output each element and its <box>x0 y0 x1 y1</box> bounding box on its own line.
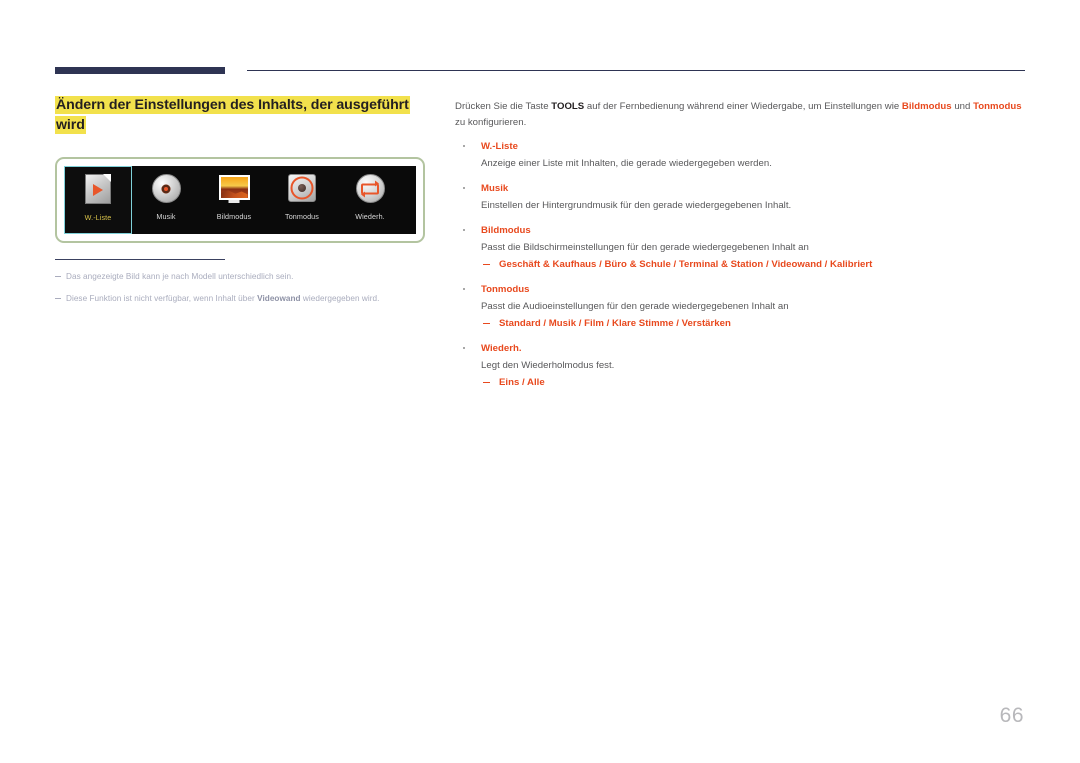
footnotes: Das angezeigte Bild kann je nach Modell … <box>55 259 395 305</box>
footnotes-divider <box>55 259 225 261</box>
list-item-description: Anzeige einer Liste mit Inhalten, die ge… <box>481 158 772 169</box>
list-item-term: Tonmodus <box>481 284 530 295</box>
intro-accent-sound-mode: Tonmodus <box>973 101 1022 112</box>
tv-menu-bar: W.-Liste Musik Bildmodus Tonmodus Wieder… <box>64 166 416 234</box>
list-item-term: Musik <box>481 183 509 194</box>
list-item-term: Wiederh. <box>481 343 522 354</box>
list-item: Tonmodus Passt die Audioeinstellungen fü… <box>455 283 1030 331</box>
list-item: W.-Liste Anzeige einer Liste mit Inhalte… <box>455 140 1030 171</box>
list-item-options: Geschäft & Kaufhaus / Büro & Schule / Te… <box>481 258 1030 272</box>
dash-icon <box>483 323 490 325</box>
footnote-text: Das angezeigte Bild kann je nach Modell … <box>66 272 294 282</box>
dash-icon <box>483 264 490 266</box>
tv-menu-item-label: Musik <box>156 212 176 221</box>
intro-text-1: Drücken Sie die Taste <box>455 101 552 112</box>
dash-icon <box>483 382 490 384</box>
tv-menu-item-label: Tonmodus <box>285 212 319 221</box>
intro-text-4: zu konfigurieren. <box>455 116 527 128</box>
dash-icon <box>55 275 61 277</box>
page-number: 66 <box>999 704 1024 727</box>
bullet-icon <box>463 145 466 148</box>
page-title-line-1: Ändern der Einstellungen des Inhalts, de… <box>55 96 410 114</box>
list-item-description: Passt die Bildschirmeinstellungen für de… <box>481 242 809 253</box>
intro-keyword-tools: TOOLS <box>551 101 585 112</box>
bullet-icon <box>463 288 466 291</box>
intro-text-2: auf der Fernbedienung während einer Wied… <box>584 101 902 112</box>
intro-accent-picture-mode: Bildmodus <box>901 101 952 112</box>
list-item: Wiederh. Legt den Wiederholmodus fest. E… <box>455 342 1030 390</box>
intro-text-3: und <box>951 101 974 112</box>
footnote-text: Diese Funktion ist nicht verfügbar, wenn… <box>66 294 258 304</box>
document-page: Ändern der Einstellungen des Inhalts, de… <box>0 0 1080 763</box>
list-item-description: Passt die Audioeinstellungen für den ger… <box>481 301 789 312</box>
figure-tv-tools-menu: W.-Liste Musik Bildmodus Tonmodus Wieder… <box>55 157 425 243</box>
options-text: Standard / Musik / Film / Klare Stimme /… <box>499 318 731 329</box>
tv-menu-item-label: Bildmodus <box>216 212 252 221</box>
monitor-icon <box>218 173 250 204</box>
footnote-item: Diese Funktion ist nicht verfügbar, wenn… <box>55 292 395 305</box>
dash-icon <box>55 297 61 299</box>
tv-menu-item-sound-mode[interactable]: Tonmodus <box>268 166 336 234</box>
header-rule-thin <box>247 70 1025 72</box>
header-rules <box>55 66 1025 78</box>
bullet-icon <box>463 347 466 350</box>
list-item-term: W.-Liste <box>481 141 518 152</box>
tv-menu-item-picture-mode[interactable]: Bildmodus <box>200 166 268 234</box>
page-title-line-2: wird <box>55 116 86 134</box>
footnote-item: Das angezeigte Bild kann je nach Modell … <box>55 270 395 283</box>
settings-list: W.-Liste Anzeige einer Liste mit Inhalte… <box>455 140 1030 390</box>
bullet-icon <box>463 187 466 190</box>
list-item-options: Eins / Alle <box>481 376 1030 390</box>
disc-icon <box>151 173 182 204</box>
tv-menu-item-playlist[interactable]: W.-Liste <box>64 166 132 234</box>
tv-menu-item-repeat[interactable]: Wiederh. <box>336 166 404 234</box>
options-text: Geschäft & Kaufhaus / Büro & Schule / Te… <box>499 259 873 270</box>
right-column: Drücken Sie die Taste TOOLS auf der Fern… <box>455 99 1030 390</box>
list-item: Musik Einstellen der Hintergrundmusik fü… <box>455 182 1030 213</box>
left-column: Ändern der Einstellungen des Inhalts, de… <box>55 95 430 314</box>
list-item-options: Standard / Musik / Film / Klare Stimme /… <box>481 317 1030 331</box>
page-title: Ändern der Einstellungen des Inhalts, de… <box>55 95 430 135</box>
repeat-icon <box>355 173 386 204</box>
header-rule-thick <box>55 67 225 74</box>
speaker-icon <box>287 173 318 204</box>
options-text: Eins / Alle <box>499 377 545 388</box>
tv-menu-item-label: Wiederh. <box>355 212 385 221</box>
file-play-icon <box>83 174 114 205</box>
list-item-term: Bildmodus <box>481 225 531 236</box>
footnote-emphasis: Videowand <box>257 294 301 304</box>
list-item-description: Einstellen der Hintergrundmusik für den … <box>481 200 792 211</box>
intro-paragraph: Drücken Sie die Taste TOOLS auf der Fern… <box>455 99 1030 130</box>
list-item: Bildmodus Passt die Bildschirmeinstellun… <box>455 224 1030 272</box>
tv-menu-item-music[interactable]: Musik <box>132 166 200 234</box>
list-item-description: Legt den Wiederholmodus fest. <box>481 360 615 371</box>
bullet-icon <box>463 229 466 232</box>
footnote-text-tail: wiedergegeben wird. <box>300 294 380 304</box>
tv-menu-item-label: W.-Liste <box>84 213 112 222</box>
